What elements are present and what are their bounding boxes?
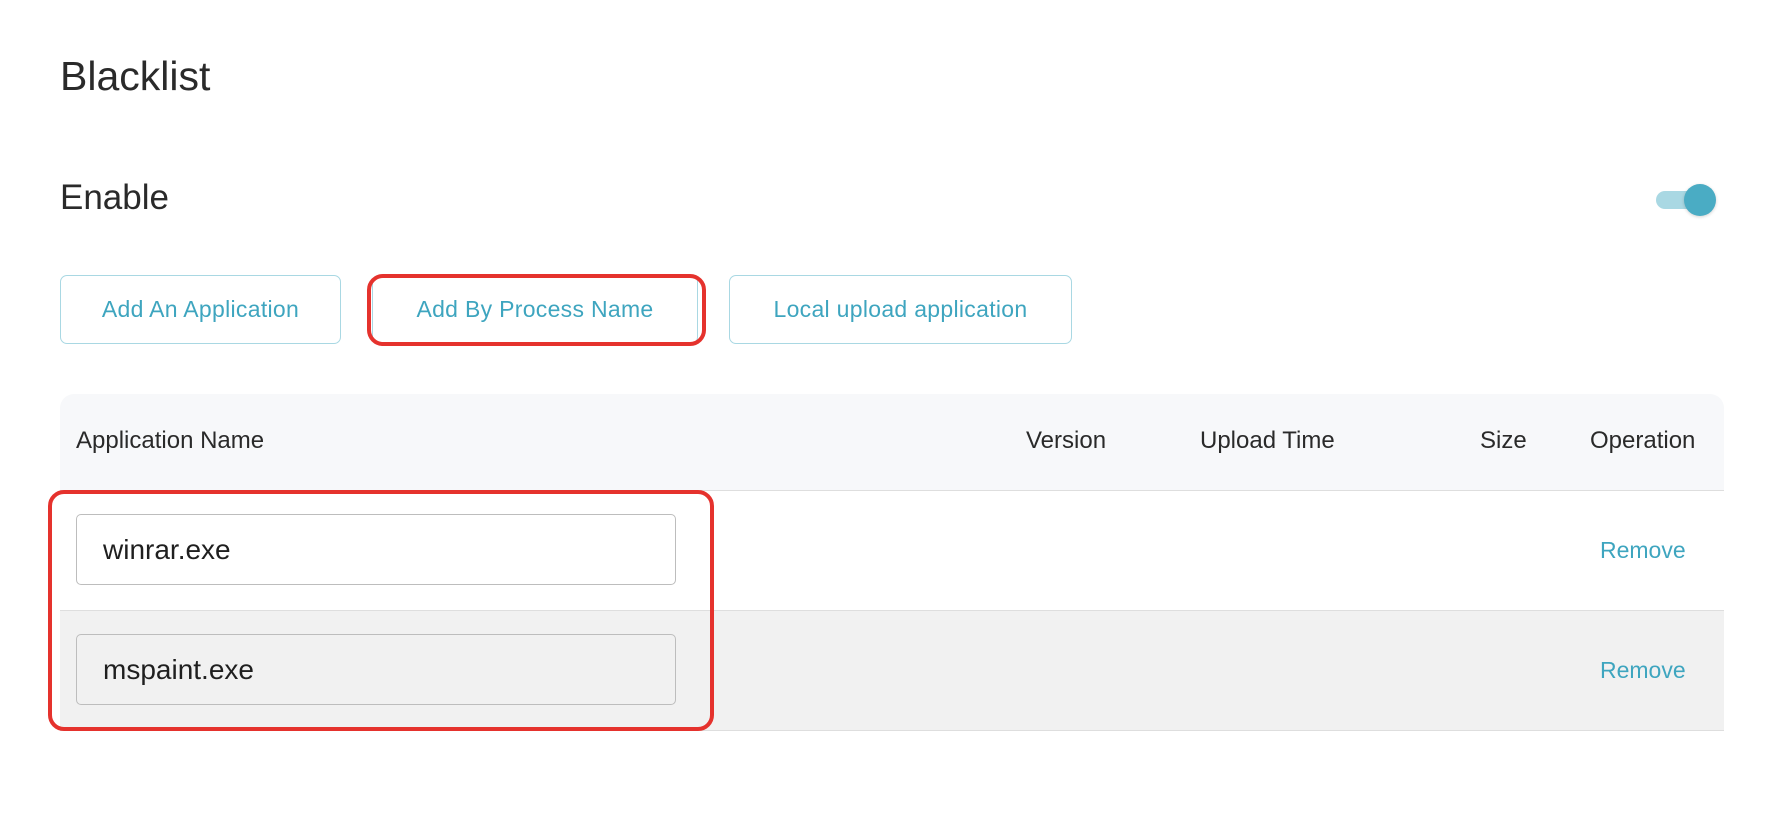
blacklist-table: Application Name Version Upload Time Siz… bbox=[60, 394, 1724, 731]
process-name-input[interactable] bbox=[76, 634, 676, 705]
column-header-upload-time: Upload Time bbox=[1200, 427, 1335, 454]
column-header-version: Version bbox=[1026, 427, 1107, 454]
column-header-operation: Operation bbox=[1590, 427, 1696, 454]
table-header: Application Name Version Upload Time Siz… bbox=[60, 394, 1724, 491]
table-row: Remove bbox=[60, 611, 1724, 731]
enable-label: Enable bbox=[60, 178, 169, 217]
add-application-button[interactable]: Add An Application bbox=[60, 275, 341, 344]
local-upload-button[interactable]: Local upload application bbox=[729, 275, 1072, 344]
remove-link[interactable]: Remove bbox=[1600, 655, 1686, 685]
remove-link[interactable]: Remove bbox=[1600, 535, 1686, 565]
page-title: Blacklist bbox=[60, 53, 211, 99]
toggle-knob bbox=[1684, 184, 1716, 216]
column-header-size: Size bbox=[1480, 427, 1527, 454]
table-row: Remove bbox=[60, 491, 1724, 611]
process-name-input[interactable] bbox=[76, 514, 676, 585]
add-by-process-name-button[interactable]: Add By Process Name bbox=[372, 275, 698, 344]
column-header-application-name: Application Name bbox=[76, 427, 265, 454]
enable-toggle[interactable] bbox=[1656, 182, 1716, 218]
